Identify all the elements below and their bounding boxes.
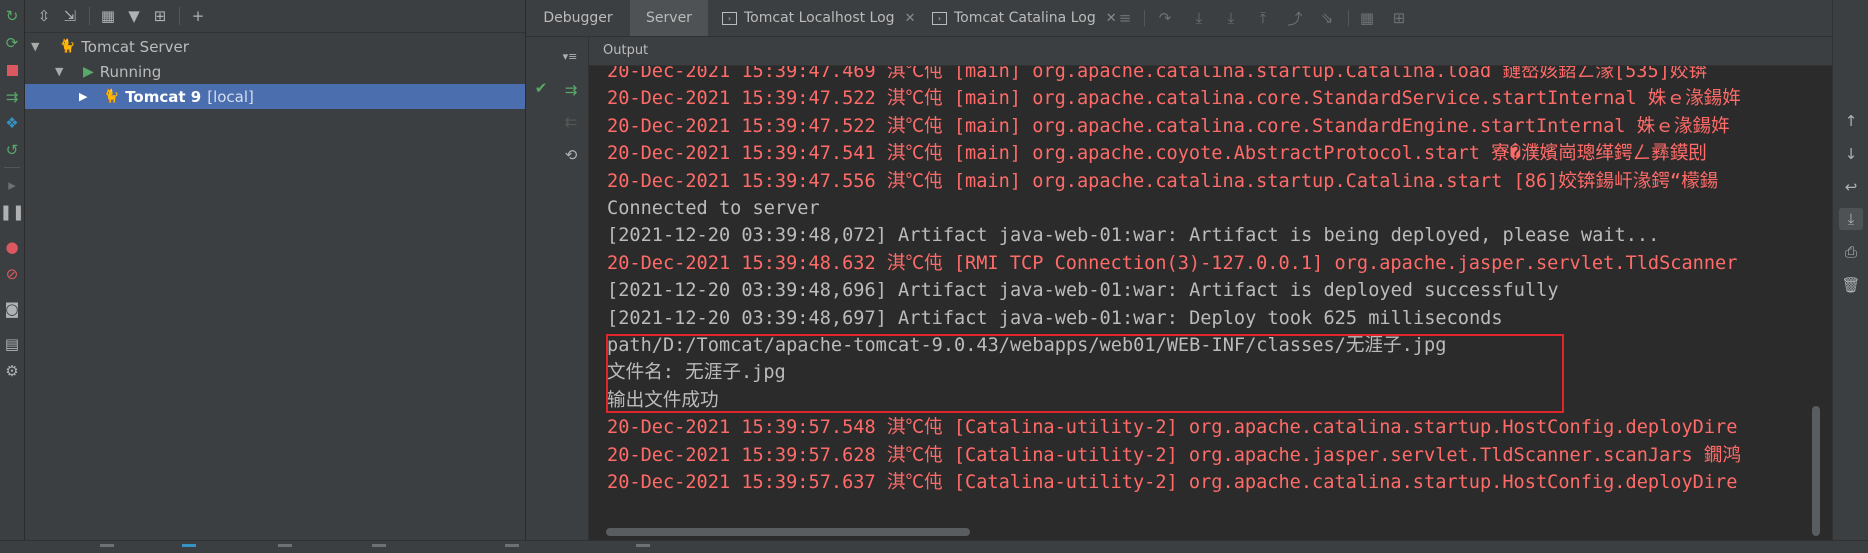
run-to-cursor-icon[interactable]: ⇘ <box>1318 9 1336 27</box>
resume-icon[interactable]: ▸ <box>2 175 22 195</box>
tab-label: Tomcat Localhost Log <box>744 10 895 26</box>
console-line: [2021-12-20 03:39:48,697] Artifact java-… <box>607 307 1503 329</box>
clear-icon[interactable]: 🗑 <box>1839 274 1863 296</box>
scrollbar-thumb[interactable] <box>606 528 970 536</box>
console-line: [2021-12-20 03:39:48,072] Artifact java-… <box>607 225 1660 247</box>
console-line: 20-Dec-2021 15:39:57.637 淇℃伅 [Catalina-u… <box>607 472 1738 493</box>
tab-label: Tomcat Catalina Log <box>954 10 1096 26</box>
up-icon[interactable]: ↑ <box>1839 110 1863 132</box>
tab-bar: Debugger Server › Tomcat Localhost Log ✕… <box>526 0 1832 37</box>
breakpoints-icon[interactable]: ● <box>2 237 22 257</box>
new-tab-icon[interactable]: ⊞ <box>149 5 171 27</box>
console-output[interactable]: 20-Dec-2021 15:39:47.469 淇℃伅 [main] org.… <box>589 66 1815 540</box>
redeploy-icon[interactable]: ⟲ <box>560 144 582 166</box>
left-tool-strip: ↻ ⟳ ⇉ ❖ ↺ ▸ ❚❚ ● ⊘ ◙ ▤ ⚙ <box>0 0 25 540</box>
services-panel: ⇳ ⇲ ▦ ▼ ⊞ + ▼ 🐈 Tomcat Server ▼ ▶ Runnin… <box>25 0 525 540</box>
running-icon: ▶ <box>83 63 94 80</box>
log-options-icon[interactable]: ▾≡ <box>556 45 584 67</box>
console-line: 20-Dec-2021 15:39:47.556 淇℃伅 [main] org.… <box>607 170 1719 192</box>
artifact-icon[interactable]: ❖ <box>2 113 22 133</box>
tree-label-tomcat-server: Tomcat Server <box>81 37 189 56</box>
tree-label-server-name: Tomcat 9 <box>125 87 202 106</box>
collapse-all-icon[interactable]: ⇲ <box>59 5 81 27</box>
console-line: 20-Dec-2021 15:39:47.541 淇℃伅 [main] org.… <box>607 143 1707 165</box>
pause-icon[interactable]: ❚❚ <box>0 202 25 222</box>
print-icon[interactable]: ⎙ <box>1839 241 1863 263</box>
down-icon[interactable]: ↓ <box>1839 143 1863 165</box>
step-over-icon[interactable]: ↷ <box>1156 9 1174 27</box>
undeploy-icon[interactable]: ⇇ <box>560 111 582 133</box>
deploy-icon[interactable]: ⇉ <box>2 87 22 107</box>
layout-icon[interactable]: ▤ <box>2 334 22 354</box>
menu-icon[interactable]: ≡ <box>1116 9 1134 27</box>
tree-label-running: Running <box>99 62 162 81</box>
drop-frame-icon[interactable]: ⤴ <box>1286 9 1304 28</box>
bottom-strip <box>0 540 1868 553</box>
deploy-icon[interactable]: ⇉ <box>560 79 582 101</box>
console-line: 20-Dec-2021 15:39:57.628 淇℃伅 [Catalina-u… <box>607 444 1742 466</box>
horizontal-scrollbar[interactable] <box>606 528 1806 536</box>
settings-icon[interactable]: ⚙ <box>2 361 22 381</box>
scroll-to-end-icon[interactable]: ⤓ <box>1839 208 1863 230</box>
filter-icon[interactable]: ▼ <box>123 5 145 27</box>
camera-icon[interactable]: ◙ <box>2 299 22 319</box>
add-icon[interactable]: + <box>187 5 209 27</box>
output-header: Output <box>589 37 1832 66</box>
console-line: [2021-12-20 03:39:48,696] Artifact java-… <box>607 280 1559 302</box>
tomcat-run-icon: 🐈 <box>103 89 120 104</box>
step-out-icon[interactable]: ⤒ <box>1254 9 1272 27</box>
trace-icon[interactable]: ⊞ <box>1390 9 1408 27</box>
step-into-icon[interactable]: ⤓ <box>1190 9 1208 27</box>
stop-icon[interactable] <box>2 60 22 80</box>
tab-tomcat-catalina-log[interactable]: › Tomcat Catalina Log ✕ <box>918 0 1124 36</box>
tab-debugger[interactable]: Debugger <box>526 0 630 36</box>
expand-arrow-icon[interactable]: ▼ <box>55 65 71 78</box>
tab-server[interactable]: Server <box>630 0 708 36</box>
services-toolbar: ⇳ ⇲ ▦ ▼ ⊞ + <box>25 0 525 33</box>
tomcat-icon: 🐈 <box>59 39 76 54</box>
output-label: Output <box>603 43 649 58</box>
console-line: 20-Dec-2021 15:39:57.548 淇℃伅 [Catalina-u… <box>607 417 1738 439</box>
status-ok-icon: ✔ <box>534 79 548 97</box>
tree-node-tomcat-9[interactable]: ▶ 🐈 Tomcat 9 [local] <box>25 84 525 109</box>
close-icon[interactable]: ✕ <box>905 11 916 26</box>
tree-node-tomcat-server[interactable]: ▼ 🐈 Tomcat Server <box>25 34 525 59</box>
group-icon[interactable]: ▦ <box>97 5 119 27</box>
soft-wrap-icon[interactable]: ↩ <box>1839 176 1863 198</box>
scrollbar-thumb[interactable] <box>1812 406 1820 536</box>
tree-label-server-qualifier: [local] <box>207 87 254 106</box>
collapse-arrow-icon[interactable]: ▶ <box>79 90 95 103</box>
mute-breakpoints-icon[interactable]: ⊘ <box>2 264 22 284</box>
console-line: 20-Dec-2021 15:39:47.522 淇℃伅 [main] org.… <box>607 88 1741 110</box>
highlight-box <box>606 334 1564 413</box>
tab-label: Server <box>646 10 692 26</box>
log-icon: › <box>722 11 737 25</box>
log-icon: › <box>932 11 947 25</box>
vertical-scrollbar[interactable] <box>1812 66 1820 540</box>
refresh-icon[interactable]: ↺ <box>2 140 22 160</box>
update-icon[interactable]: ⟳ <box>2 33 22 53</box>
console-line: 20-Dec-2021 15:39:48.632 淇℃伅 [RMI TCP Co… <box>607 252 1738 274</box>
evaluate-icon[interactable]: ▦ <box>1358 9 1376 27</box>
expand-all-icon[interactable]: ⇳ <box>33 5 55 27</box>
console-line: 20-Dec-2021 15:39:47.522 淇℃伅 [main] org.… <box>607 115 1730 137</box>
rerun-icon[interactable]: ↻ <box>2 6 22 26</box>
force-step-into-icon[interactable]: ⤓ <box>1222 9 1240 27</box>
console-line: Connected to server <box>607 198 820 219</box>
console-line: 20-Dec-2021 15:39:47.469 淇℃伅 [main] org.… <box>607 66 1708 82</box>
tab-tomcat-localhost-log[interactable]: › Tomcat Localhost Log ✕ <box>708 0 918 36</box>
console-gutter: ▾≡ ✔ ⇉ ⇇ ⟲ <box>526 37 589 540</box>
expand-arrow-icon[interactable]: ▼ <box>31 40 47 53</box>
tree-node-running[interactable]: ▼ ▶ Running <box>25 59 525 84</box>
close-icon[interactable]: ✕ <box>1106 11 1117 26</box>
right-tool-strip: ↑ ↓ ↩ ⤓ ⎙ 🗑 <box>1832 0 1868 540</box>
tab-label: Debugger <box>543 10 613 26</box>
